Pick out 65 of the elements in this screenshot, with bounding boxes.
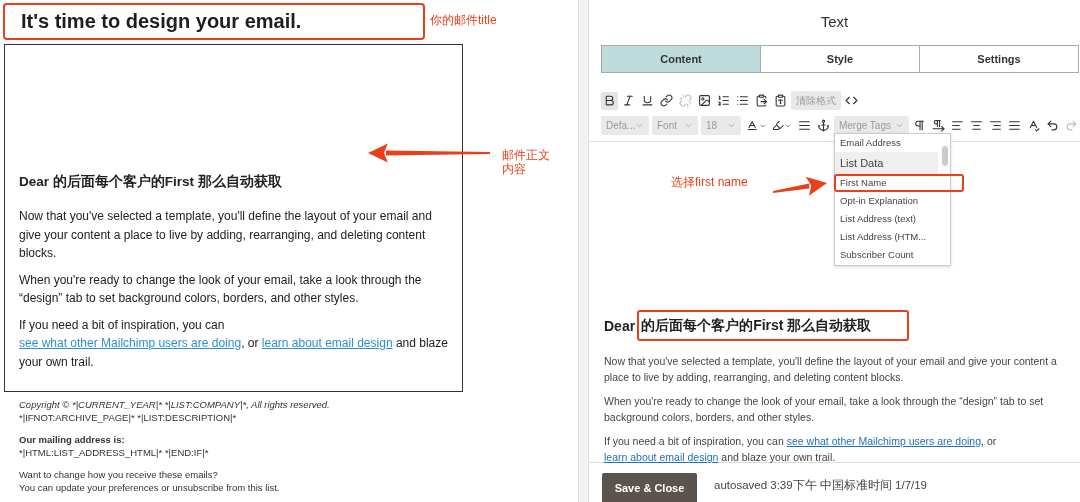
caret-icon <box>784 121 792 130</box>
undo-icon <box>1046 119 1059 132</box>
autosave-status: autosaved 3:39下午 中国标准时间 1/7/19 <box>714 478 927 493</box>
italic-icon <box>622 94 635 107</box>
caret-icon <box>635 121 644 130</box>
annotation-note: 选择first name <box>671 175 748 189</box>
link-button[interactable] <box>658 91 675 110</box>
panel-title: Text <box>820 13 849 30</box>
tab[interactable]: Style <box>760 45 920 73</box>
link[interactable]: learn about email design <box>604 451 719 463</box>
menu-scrollbar[interactable] <box>942 146 948 166</box>
email-title: It's time to design your email. <box>21 10 302 33</box>
link[interactable]: learn about email design <box>261 336 393 350</box>
paragraph: When you're ready to change the look of your email, take a look through the “design” tab to set background colors, borders, and other styles. <box>604 394 1045 425</box>
image-icon <box>698 94 711 107</box>
menu-item[interactable]: First Name <box>834 174 964 192</box>
caret-icon <box>895 121 904 130</box>
bold-button[interactable] <box>601 91 618 110</box>
caret-icon <box>683 121 693 130</box>
email-heading: Dear <box>604 317 636 334</box>
pilcrow-icon <box>913 119 926 132</box>
annotation-note: 邮件正文内容 <box>502 148 551 176</box>
footer-text: You can update your preferences or unsubscribe from this list. <box>19 481 281 494</box>
align-right-icon <box>989 119 1002 132</box>
paragraph: If you need a bit of inspiration, you can see what other Mailchimp users are doing, or learn about email design and blaze your own trail. <box>19 316 448 371</box>
justify-icon <box>1008 119 1021 132</box>
clipboard-text-icon <box>774 94 787 107</box>
anchor-icon <box>816 119 830 132</box>
block-icon <box>797 119 811 132</box>
highlighter-icon <box>772 119 785 132</box>
footer-text: *|HTML:LIST_ADDRESS_HTML|* *|END:IF|* <box>19 446 210 459</box>
spellcheck-icon <box>1027 119 1040 132</box>
paragraph: When you're ready to change the look of your email, take a look through the “design” tab to set background colors, borders, and other styles. <box>19 271 423 307</box>
text-color-icon <box>746 119 759 132</box>
underline-icon <box>641 94 654 107</box>
align-center-icon <box>970 119 983 132</box>
email-heading: 的后面每个客户的First 那么自动获取 <box>641 317 872 333</box>
menu-header: List Data <box>835 152 938 174</box>
align-left-icon <box>951 119 964 132</box>
paragraph: Now that you've selected a template, you'll define the layout of your email and give your content a place to live by adding, rearranging, and deleting content blocks. <box>19 208 433 262</box>
paragraph: Now that you've selected a template, you'll define the layout of your email and give your content a place to live by adding, rearranging, and deleting content blocks. <box>604 354 1058 385</box>
bullet-list-icon <box>736 94 749 107</box>
annotation-note: 你的邮件title <box>430 13 497 27</box>
code-icon <box>845 94 858 107</box>
caret-icon <box>727 121 737 130</box>
caret-icon <box>758 121 767 130</box>
unlink-icon <box>679 94 692 107</box>
footer-text: *|IFNOT:ARCHIVE_PAGE|* *|LIST:DESCRIPTION|* <box>19 411 238 424</box>
footer-text: Want to change how you receive these emails? <box>19 468 219 481</box>
bold-icon <box>603 94 616 107</box>
email-heading: Dear 的后面每个客户的First 那么自动获取 <box>19 173 283 191</box>
clipboard-icon <box>755 94 768 107</box>
footer-text: Our mailing address is: <box>19 433 126 446</box>
paragraph: If you need a bit of inspiration, you can see what other Mailchimp users are doing, or learn about email design and blaze your own trail. <box>604 434 998 465</box>
redo-icon <box>1065 119 1078 132</box>
tab[interactable]: Content <box>601 45 761 73</box>
pilcrow-right-icon <box>932 119 945 132</box>
link-icon <box>660 94 673 107</box>
menu-item[interactable]: Email Address <box>835 134 938 152</box>
footer-text: Copyright © *|CURRENT_YEAR|* *|LIST:COMPANY|*, All rights reserved. <box>19 398 331 411</box>
arrow <box>773 176 827 196</box>
scrollbar[interactable] <box>578 0 589 502</box>
save-close-button[interactable]: Save & Close <box>602 473 697 502</box>
tab[interactable]: Settings <box>919 45 1079 73</box>
numbered-list-icon <box>717 94 730 107</box>
